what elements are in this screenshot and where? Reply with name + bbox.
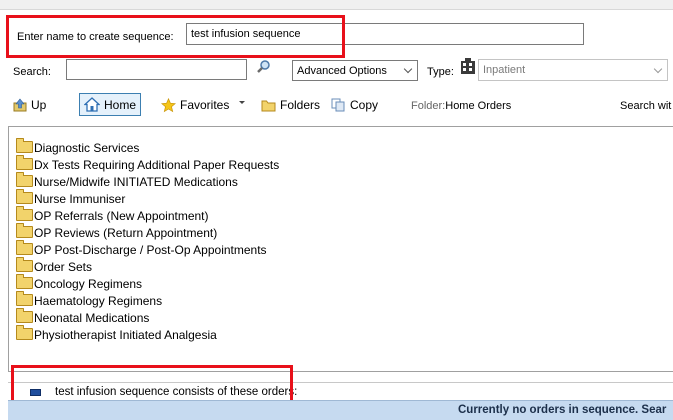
folder-icon (16, 325, 33, 340)
folder-icon (16, 223, 33, 238)
favorites-label: Favorites (180, 98, 230, 112)
folder-list-item-label: Haematology Regimens (34, 294, 163, 308)
folder-list-item-label: OP Reviews (Return Appointment) (34, 226, 218, 240)
folder-icon (16, 257, 33, 272)
folder-icon (16, 291, 33, 306)
home-label: Home (104, 97, 137, 112)
folder-list-item[interactable]: OP Reviews (Return Appointment) (9, 223, 673, 242)
folder-icon (16, 138, 33, 153)
folder-label: Folder:Home Orders (411, 100, 511, 112)
folder-list-item-label: Order Sets (34, 260, 93, 274)
chevron-down-icon (403, 64, 413, 74)
folder-list-item-label: OP Post-Discharge / Post-Op Appointments (34, 243, 267, 257)
folder-list-item[interactable]: Diagnostic Services (9, 138, 673, 157)
folder-list-item[interactable]: Nurse/Midwife INITIATED Medications (9, 172, 673, 191)
folder-icon (16, 172, 33, 187)
type-select[interactable]: Inpatient (478, 59, 668, 81)
folder-icon (16, 240, 33, 255)
up-arrow-icon (13, 98, 27, 112)
folder-list-item[interactable]: Haematology Regimens (9, 291, 673, 310)
copy-button[interactable]: Copy (331, 94, 378, 116)
advanced-options-select[interactable]: Advanced Options (292, 60, 418, 81)
folder-list-item-label: Nurse Immuniser (34, 192, 126, 206)
up-button[interactable]: Up (13, 94, 46, 116)
folder-icon (16, 206, 33, 221)
search-within-label: Search wit (620, 100, 672, 112)
folder-icon (16, 274, 33, 289)
folder-list-item[interactable]: Neonatal Medications (9, 308, 673, 327)
folder-icon (16, 155, 33, 170)
type-value: Inpatient (483, 64, 526, 76)
search-icon[interactable] (256, 59, 272, 75)
folder-label-value: Home Orders (445, 100, 512, 112)
folder-icon (261, 99, 276, 112)
favorites-button[interactable]: Favorites (160, 94, 230, 116)
sequence-status-text: Currently no orders in sequence. Sear (458, 404, 667, 416)
folder-list-item-label: Physiotherapist Initiated Analgesia (34, 328, 217, 342)
folder-list-item-label: Nurse/Midwife INITIATED Medications (34, 175, 238, 189)
folder-list: Diagnostic Services Dx Tests Requiring Ad… (8, 126, 673, 372)
sequence-status-bar: Currently no orders in sequence. Sear (8, 400, 673, 420)
star-icon (160, 97, 177, 113)
folder-icon (16, 308, 33, 323)
search-label: Search: (13, 66, 51, 78)
chevron-down-icon (653, 64, 663, 73)
type-label: Type: (427, 66, 454, 78)
search-input[interactable] (66, 59, 247, 80)
window-top-edge (0, 0, 673, 10)
folder-list-item[interactable]: Nurse Immuniser (9, 189, 673, 208)
advanced-options-label: Advanced Options (297, 64, 387, 77)
up-label: Up (31, 98, 47, 112)
folder-list-item[interactable]: Oncology Regimens (9, 274, 673, 293)
folder-list-item[interactable]: OP Post-Discharge / Post-Op Appointments (9, 240, 673, 259)
folder-list-item[interactable]: Physiotherapist Initiated Analgesia (9, 325, 673, 344)
copy-icon (331, 98, 346, 112)
home-button[interactable]: Home (79, 93, 142, 116)
copy-label: Copy (350, 98, 379, 112)
folder-list-item[interactable]: OP Referrals (New Appointment) (9, 206, 673, 225)
folder-list-item-label: Dx Tests Requiring Additional Paper Requ… (34, 158, 280, 172)
folders-label: Folders (280, 98, 321, 112)
patient-type-icon (460, 58, 476, 76)
folders-button[interactable]: Folders (261, 94, 320, 116)
folder-list-item-label: Oncology Regimens (34, 277, 143, 291)
favorites-dropdown-icon[interactable] (239, 101, 245, 104)
folder-list-item[interactable]: Dx Tests Requiring Additional Paper Requ… (9, 155, 673, 174)
home-icon (83, 97, 101, 112)
folder-list-item-label: OP Referrals (New Appointment) (34, 209, 209, 223)
folder-list-item-label: Neonatal Medications (34, 311, 150, 325)
folder-list-item-label: Diagnostic Services (34, 141, 140, 155)
folder-icon (16, 189, 33, 204)
folder-list-item[interactable]: Order Sets (9, 257, 673, 276)
folder-label-prefix: Folder: (411, 100, 446, 112)
sequence-name-highlight (6, 15, 345, 58)
